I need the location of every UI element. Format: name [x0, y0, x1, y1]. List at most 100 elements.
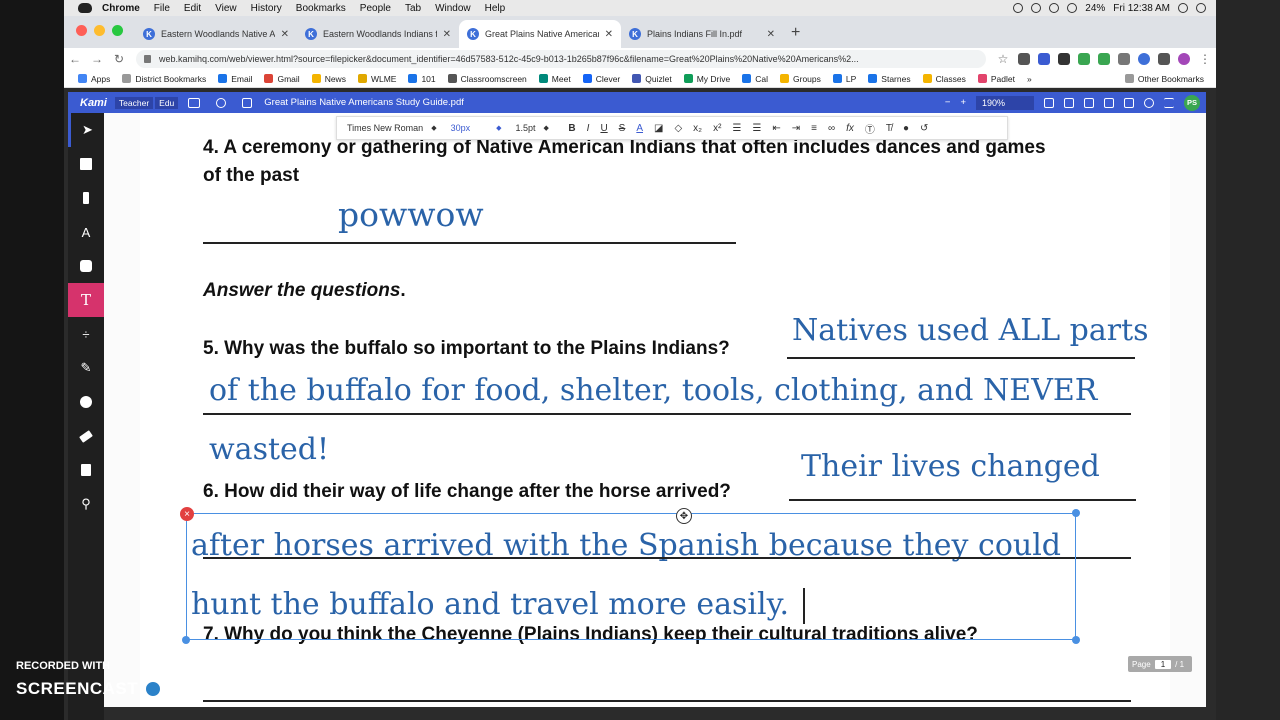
open-folder-icon[interactable]	[1044, 97, 1054, 108]
bookmark-clever[interactable]: Clever	[582, 74, 620, 84]
page-number-input[interactable]: 1	[1154, 659, 1172, 669]
wifi-icon[interactable]	[1049, 3, 1060, 13]
bookmark-classroomscreen[interactable]: Classroomscreen	[447, 74, 527, 84]
extension-icon[interactable]	[1098, 53, 1110, 65]
close-window-button[interactable]	[76, 25, 87, 36]
resize-handle-bottom-right[interactable]	[1072, 636, 1080, 644]
close-tab-icon[interactable]: ✕	[443, 29, 451, 40]
puzzle-icon[interactable]	[1158, 53, 1170, 65]
menu-edit[interactable]: Edit	[184, 3, 201, 14]
shapes-tool[interactable]	[68, 385, 104, 419]
extension-icon[interactable]	[1058, 53, 1070, 65]
font-family-select[interactable]: Times New Roman ◆	[347, 123, 437, 133]
address-bar[interactable]: web.kamihq.com/web/viewer.html?source=fi…	[136, 50, 986, 68]
bookmark-meet[interactable]: Meet	[538, 74, 571, 84]
menu-tab[interactable]: Tab	[405, 3, 421, 14]
link-button[interactable]: ∞	[828, 123, 835, 134]
subscript-button[interactable]: x₂	[693, 123, 702, 134]
zoom-in-button[interactable]: +	[960, 97, 966, 108]
add-media-tool[interactable]	[68, 453, 104, 487]
bullet-list-button[interactable]: ☰	[752, 123, 761, 134]
text-box-selection[interactable]	[182, 509, 1080, 644]
menu-help[interactable]: Help	[485, 3, 506, 14]
clear-all-button[interactable]: T̸	[886, 123, 892, 134]
answer-5-line-3[interactable]: wasted!	[209, 432, 329, 467]
share-icon[interactable]	[1064, 97, 1074, 108]
download-icon[interactable]	[1124, 97, 1134, 108]
resize-handle-bottom-left[interactable]	[182, 636, 190, 644]
close-tab-icon[interactable]: ✕	[767, 29, 775, 40]
answer-4[interactable]: powwow	[338, 195, 484, 234]
indent-button[interactable]: ⇥	[792, 123, 800, 134]
microphone-icon[interactable]: ●	[903, 123, 909, 134]
numbered-list-button[interactable]: ☰	[732, 123, 741, 134]
bookmark-star-icon[interactable]: ☆	[992, 52, 1014, 66]
underline-button[interactable]: U	[600, 123, 607, 134]
bookmarks-overflow[interactable]: »	[1027, 74, 1032, 84]
outdent-button[interactable]: ⇤	[772, 123, 780, 134]
font-size-input[interactable]: 30px ◆	[451, 123, 502, 133]
dictionary-tool[interactable]	[68, 147, 104, 181]
formula-button[interactable]: fx	[846, 123, 854, 134]
bookmark-groups[interactable]: Groups	[780, 74, 821, 84]
bookmark-101[interactable]: 101	[408, 74, 436, 84]
answer-5-line-2[interactable]: of the buffalo for food, shelter, tools,…	[209, 373, 1097, 408]
menu-app[interactable]: Chrome	[102, 3, 140, 14]
bookmark-news[interactable]: News	[311, 74, 346, 84]
clear-format-button[interactable]: Ⓣ	[865, 121, 875, 136]
extension-icon[interactable]	[1078, 53, 1090, 65]
profile-avatar[interactable]	[1178, 53, 1190, 65]
back-button[interactable]: ←	[64, 52, 86, 66]
bookmark-starnes[interactable]: Starnes	[868, 74, 911, 84]
search-icon[interactable]	[216, 97, 227, 108]
bold-button[interactable]: B	[568, 123, 575, 134]
italic-button[interactable]: I	[587, 123, 590, 134]
minimize-window-button[interactable]	[94, 25, 105, 36]
undo-icon[interactable]: ↺	[920, 123, 928, 134]
strikethrough-button[interactable]: S	[619, 123, 626, 134]
tab-eastern-woodlands-1[interactable]: K Eastern Woodlands Native Am ✕	[135, 20, 297, 48]
highlight-color-button[interactable]: ◪	[654, 123, 663, 134]
delete-annotation-icon[interactable]: ×	[180, 507, 194, 521]
close-tab-icon[interactable]: ✕	[605, 29, 613, 40]
bookmark-quizlet[interactable]: Quizlet	[632, 74, 672, 84]
equation-tool[interactable]: ÷	[68, 317, 104, 351]
sync-icon[interactable]	[1031, 3, 1042, 13]
zoom-select[interactable]: 190%	[976, 95, 1034, 110]
document-title[interactable]: Great Plains Native Americans Study Guid…	[264, 97, 464, 108]
tab-great-plains[interactable]: K Great Plains Native Americans ✕	[459, 20, 621, 48]
bookmark-district[interactable]: District Bookmarks	[122, 74, 206, 84]
bookmark-gmail[interactable]: Gmail	[264, 74, 300, 84]
move-annotation-icon[interactable]: ✥	[676, 508, 692, 524]
zoom-window-button[interactable]	[112, 25, 123, 36]
markup-tool[interactable]: A	[68, 215, 104, 249]
text-box-tool[interactable]: T	[68, 283, 104, 317]
extension-icon[interactable]	[1118, 53, 1130, 65]
menu-history[interactable]: History	[251, 3, 282, 14]
extension-icon[interactable]	[1038, 53, 1050, 65]
forward-button[interactable]: →	[86, 52, 108, 66]
kami-extension-icon[interactable]	[1138, 53, 1150, 65]
menu-icon[interactable]	[1164, 97, 1174, 108]
menu-view[interactable]: View	[215, 3, 237, 14]
resize-handle-top-right[interactable]	[1072, 509, 1080, 517]
drawing-tool[interactable]: ✎	[68, 351, 104, 385]
highlighter-tool[interactable]	[68, 181, 104, 215]
bookmark-my-drive[interactable]: My Drive	[683, 74, 730, 84]
align-button[interactable]: ≡	[811, 123, 817, 134]
close-tab-icon[interactable]: ✕	[281, 29, 289, 40]
chrome-menu-icon[interactable]: ⋮	[1194, 52, 1216, 66]
extension-icon[interactable]	[1018, 53, 1030, 65]
text-color-button[interactable]: A	[636, 123, 643, 134]
sidebar-toggle-icon[interactable]	[188, 97, 201, 108]
menu-people[interactable]: People	[360, 3, 391, 14]
menu-window[interactable]: Window	[435, 3, 471, 14]
control-center-icon[interactable]	[1196, 3, 1206, 13]
spotlight-icon[interactable]	[1178, 3, 1188, 13]
volume-icon[interactable]	[1067, 3, 1078, 13]
print-icon[interactable]	[1084, 97, 1094, 108]
other-bookmarks[interactable]: Other Bookmarks	[1124, 74, 1204, 84]
bookmark-padlet[interactable]: Padlet	[977, 74, 1015, 84]
tab-eastern-woodlands-2[interactable]: K Eastern Woodlands Indians fill ✕	[297, 20, 459, 48]
answer-5-line-1[interactable]: Natives used ALL parts	[792, 313, 1149, 348]
